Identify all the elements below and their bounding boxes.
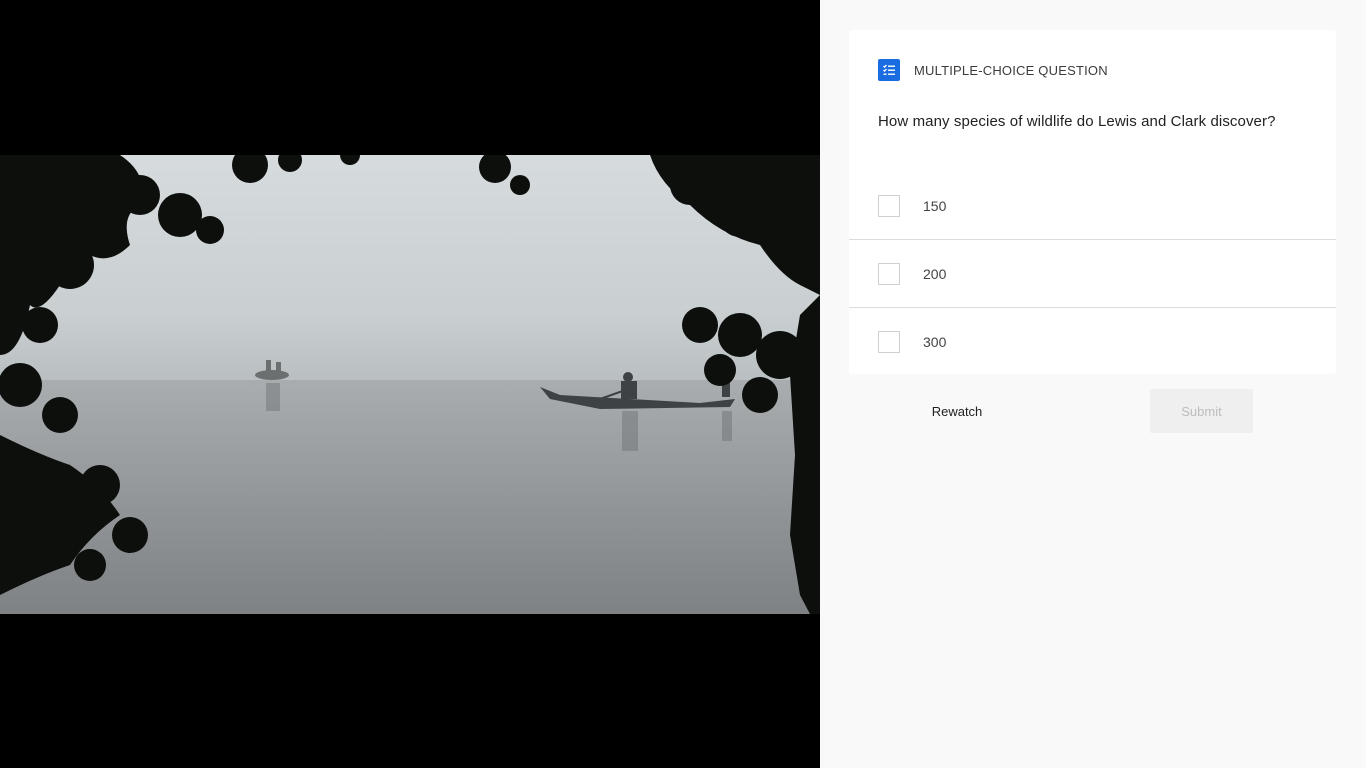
checklist-icon — [878, 59, 900, 81]
rewatch-button[interactable]: Rewatch — [905, 389, 1009, 433]
question-actions: Rewatch Submit — [849, 389, 1336, 433]
video-frame[interactable] — [0, 155, 820, 614]
answer-option-label: 150 — [923, 197, 947, 214]
answer-checkbox[interactable] — [878, 194, 900, 217]
answer-checkbox[interactable] — [878, 262, 900, 285]
question-panel: MULTIPLE-CHOICE QUESTION How many specie… — [820, 0, 1366, 768]
submit-button[interactable]: Submit — [1150, 389, 1253, 433]
question-text: How many species of wildlife do Lewis an… — [878, 113, 1276, 130]
answer-option[interactable]: 150 — [849, 172, 1336, 240]
video-player[interactable] — [0, 0, 820, 768]
answer-option[interactable]: 300 — [849, 308, 1336, 375]
app-root: MULTIPLE-CHOICE QUESTION How many specie… — [0, 0, 1366, 768]
answer-option-label: 200 — [923, 265, 947, 282]
question-type-label: MULTIPLE-CHOICE QUESTION — [914, 62, 1108, 78]
question-card: MULTIPLE-CHOICE QUESTION How many specie… — [849, 30, 1336, 374]
answer-checkbox[interactable] — [878, 330, 900, 353]
video-scene-image — [0, 155, 820, 614]
question-header: MULTIPLE-CHOICE QUESTION — [878, 59, 1108, 81]
answer-option-label: 300 — [923, 333, 947, 350]
answer-option[interactable]: 200 — [849, 240, 1336, 308]
answer-options: 150 200 300 — [849, 172, 1336, 375]
